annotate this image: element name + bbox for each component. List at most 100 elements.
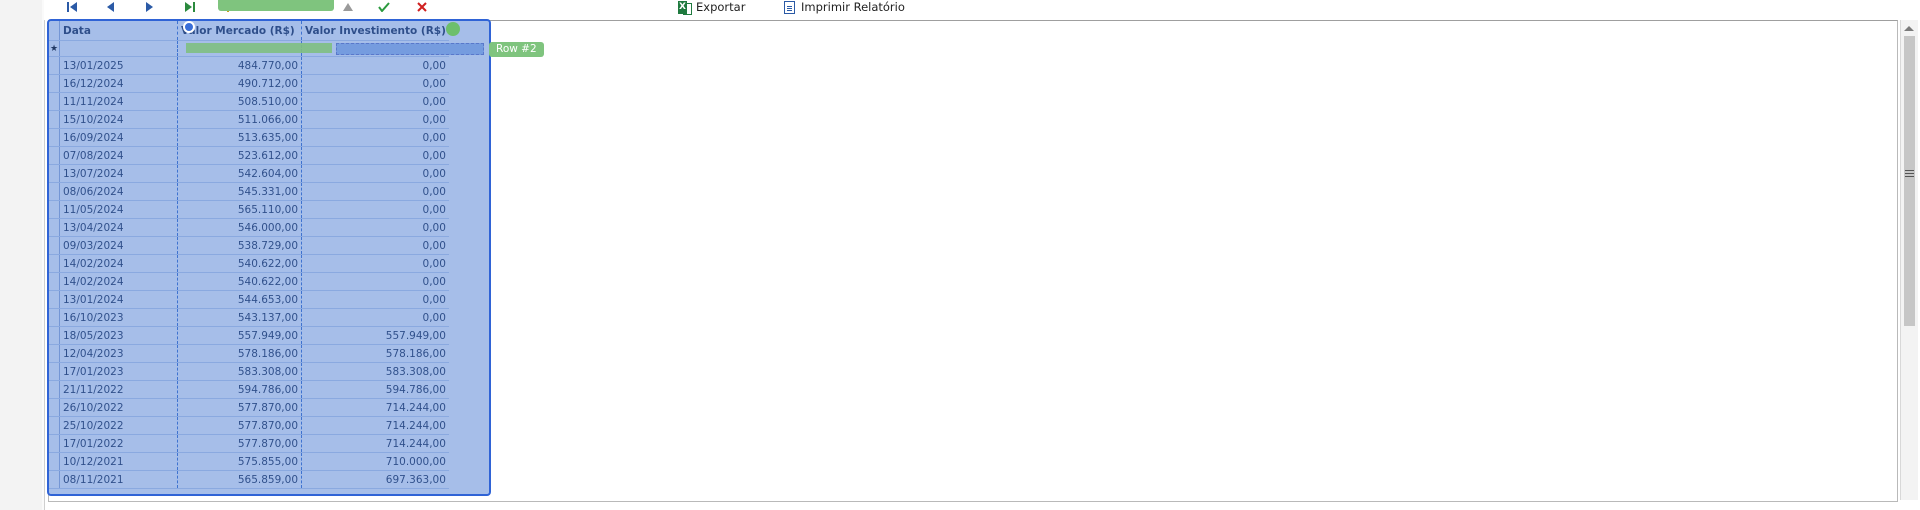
cell-valor-mercado[interactable]: 523.612,00 bbox=[177, 146, 302, 165]
cell-data[interactable]: 13/07/2024 bbox=[59, 164, 178, 183]
cell-valor-investimento[interactable]: 0,00 bbox=[301, 308, 449, 327]
cell-valor-investimento[interactable]: 0,00 bbox=[301, 56, 449, 75]
column-header-valor-mercado[interactable]: Valor Mercado (R$) bbox=[177, 21, 302, 41]
cell-data[interactable]: 25/10/2022 bbox=[59, 416, 178, 435]
row-indicator[interactable] bbox=[49, 344, 60, 363]
table-row[interactable]: 12/04/2023 578.186,00 578.186,00 bbox=[49, 344, 449, 363]
cell-valor-investimento[interactable]: 0,00 bbox=[301, 182, 449, 201]
last-record-button[interactable] bbox=[180, 0, 200, 14]
cell-valor-mercado[interactable]: 557.949,00 bbox=[177, 326, 302, 345]
cell-valor-investimento[interactable]: 0,00 bbox=[301, 146, 449, 165]
row-indicator[interactable] bbox=[49, 362, 60, 381]
cell-data[interactable]: 11/11/2024 bbox=[59, 92, 178, 111]
cell-valor-mercado[interactable]: 540.622,00 bbox=[177, 254, 302, 273]
cell-valor-mercado[interactable]: 508.510,00 bbox=[177, 92, 302, 111]
next-record-button[interactable] bbox=[140, 0, 160, 14]
cell-valor-investimento[interactable]: 0,00 bbox=[301, 128, 449, 147]
table-row[interactable]: 16/12/2024 490.712,00 0,00 bbox=[49, 74, 449, 93]
cell-valor-mercado[interactable]: 577.870,00 bbox=[177, 398, 302, 417]
cell-data[interactable]: 16/12/2024 bbox=[59, 74, 178, 93]
cell-valor-investimento[interactable]: 714.244,00 bbox=[301, 398, 449, 417]
table-row[interactable]: 26/10/2022 577.870,00 714.244,00 bbox=[49, 398, 449, 417]
cell-valor-mercado[interactable]: 594.786,00 bbox=[177, 380, 302, 399]
cell-valor-mercado[interactable]: 484.770,00 bbox=[177, 56, 302, 75]
row-indicator[interactable] bbox=[49, 254, 60, 273]
cell-data[interactable]: 17/01/2023 bbox=[59, 362, 178, 381]
edit-record-button[interactable] bbox=[338, 0, 358, 14]
cell-data[interactable]: 15/10/2024 bbox=[59, 110, 178, 129]
cell-valor-investimento[interactable]: 0,00 bbox=[301, 110, 449, 129]
cell-valor-investimento[interactable]: 0,00 bbox=[301, 236, 449, 255]
table-row[interactable]: 08/11/2021 565.859,00 697.363,00 bbox=[49, 470, 449, 489]
table-row[interactable]: 25/10/2022 577.870,00 714.244,00 bbox=[49, 416, 449, 435]
cell-valor-mercado[interactable]: 583.308,00 bbox=[177, 362, 302, 381]
cell-valor-mercado[interactable]: 578.186,00 bbox=[177, 344, 302, 363]
row-indicator[interactable] bbox=[49, 146, 60, 165]
export-button[interactable]: X Exportar bbox=[678, 0, 745, 15]
cell-data[interactable]: 26/10/2022 bbox=[59, 398, 178, 417]
previous-record-button[interactable] bbox=[100, 0, 120, 14]
row-indicator[interactable] bbox=[49, 56, 60, 75]
cell-valor-investimento[interactable]: 697.363,00 bbox=[301, 470, 449, 489]
table-row[interactable]: 11/05/2024 565.110,00 0,00 bbox=[49, 200, 449, 219]
cell-valor-investimento[interactable]: 714.244,00 bbox=[301, 416, 449, 435]
cancel-record-button[interactable] bbox=[412, 0, 432, 14]
cell-valor-mercado[interactable]: 565.859,00 bbox=[177, 470, 302, 489]
first-record-button[interactable] bbox=[62, 0, 82, 14]
cell-valor-mercado[interactable]: 577.870,00 bbox=[177, 416, 302, 435]
cell-data[interactable]: 11/05/2024 bbox=[59, 200, 178, 219]
row-indicator[interactable] bbox=[49, 434, 60, 453]
row-indicator[interactable] bbox=[49, 398, 60, 417]
row-indicator[interactable] bbox=[49, 182, 60, 201]
table-row[interactable]: 15/10/2024 511.066,00 0,00 bbox=[49, 110, 449, 129]
cell-valor-mercado[interactable]: 565.110,00 bbox=[177, 200, 302, 219]
cell-data[interactable]: 21/11/2022 bbox=[59, 380, 178, 399]
vertical-scrollbar[interactable] bbox=[1900, 20, 1918, 500]
cell-data[interactable]: 10/12/2021 bbox=[59, 452, 178, 471]
cell-data[interactable]: 14/02/2024 bbox=[59, 254, 178, 273]
table-row[interactable]: 17/01/2023 583.308,00 583.308,00 bbox=[49, 362, 449, 381]
row-indicator[interactable] bbox=[49, 236, 60, 255]
row-indicator[interactable] bbox=[49, 452, 60, 471]
cell-data[interactable]: 13/01/2024 bbox=[59, 290, 178, 309]
cell-valor-mercado[interactable]: 490.712,00 bbox=[177, 74, 302, 93]
cell-data[interactable]: 13/04/2024 bbox=[59, 218, 178, 237]
table-row[interactable]: 07/08/2024 523.612,00 0,00 bbox=[49, 146, 449, 165]
row-indicator[interactable] bbox=[49, 128, 60, 147]
table-row[interactable]: 10/12/2021 575.855,00 710.000,00 bbox=[49, 452, 449, 471]
cell-data[interactable]: 13/01/2025 bbox=[59, 56, 178, 75]
cell-data[interactable]: 16/10/2023 bbox=[59, 308, 178, 327]
row-indicator[interactable] bbox=[49, 326, 60, 345]
table-row[interactable]: 13/04/2024 546.000,00 0,00 bbox=[49, 218, 449, 237]
row-indicator[interactable] bbox=[49, 200, 60, 219]
cell-valor-mercado[interactable]: 511.066,00 bbox=[177, 110, 302, 129]
cell-valor-mercado[interactable]: 540.622,00 bbox=[177, 272, 302, 291]
table-row[interactable]: 13/07/2024 542.604,00 0,00 bbox=[49, 164, 449, 183]
row-indicator[interactable] bbox=[49, 272, 60, 291]
cell-valor-mercado[interactable]: 545.331,00 bbox=[177, 182, 302, 201]
cell-valor-investimento[interactable]: 0,00 bbox=[301, 272, 449, 291]
scrollbar-thumb[interactable] bbox=[1904, 36, 1915, 326]
cell-valor-investimento[interactable]: 714.244,00 bbox=[301, 434, 449, 453]
table-row[interactable]: 14/02/2024 540.622,00 0,00 bbox=[49, 272, 449, 291]
cell-valor-investimento[interactable]: 594.786,00 bbox=[301, 380, 449, 399]
cell-valor-investimento[interactable]: 0,00 bbox=[301, 92, 449, 111]
cell-valor-investimento[interactable]: 0,00 bbox=[301, 254, 449, 273]
row-indicator[interactable] bbox=[49, 308, 60, 327]
cell-data[interactable]: 16/09/2024 bbox=[59, 128, 178, 147]
cell-data[interactable]: 09/03/2024 bbox=[59, 236, 178, 255]
cell-valor-investimento[interactable]: 710.000,00 bbox=[301, 452, 449, 471]
table-row[interactable]: 16/09/2024 513.635,00 0,00 bbox=[49, 128, 449, 147]
row-indicator[interactable] bbox=[49, 164, 60, 183]
row-indicator[interactable] bbox=[49, 74, 60, 93]
cell-valor-investimento[interactable]: 0,00 bbox=[301, 218, 449, 237]
table-row[interactable]: 21/11/2022 594.786,00 594.786,00 bbox=[49, 380, 449, 399]
cell-valor-mercado[interactable]: 577.870,00 bbox=[177, 434, 302, 453]
cell-valor-investimento[interactable]: 0,00 bbox=[301, 74, 449, 93]
cell-data[interactable]: 12/04/2023 bbox=[59, 344, 178, 363]
table-row[interactable]: 11/11/2024 508.510,00 0,00 bbox=[49, 92, 449, 111]
cell-valor-mercado[interactable]: 546.000,00 bbox=[177, 218, 302, 237]
table-row[interactable]: 09/03/2024 538.729,00 0,00 bbox=[49, 236, 449, 255]
cell-valor-mercado[interactable]: 543.137,00 bbox=[177, 308, 302, 327]
row-indicator[interactable] bbox=[49, 470, 60, 489]
